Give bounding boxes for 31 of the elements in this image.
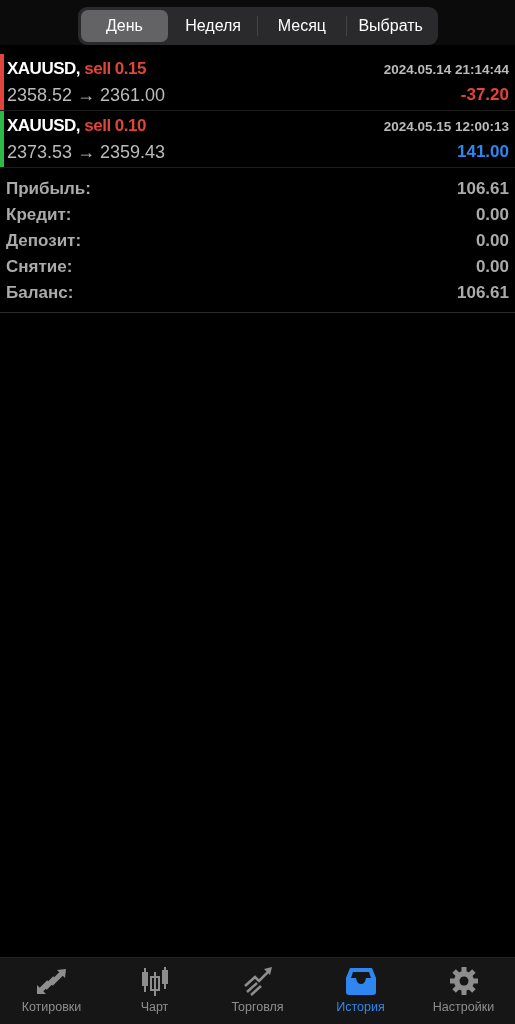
summary-value: 0.00: [475, 231, 509, 251]
period-tab[interactable]: Месяц: [258, 10, 346, 42]
deal-side: sell 0.10: [84, 116, 146, 135]
period-tab[interactable]: Выбрать: [346, 10, 435, 42]
deal-symbol: XAUUSD,: [7, 59, 80, 78]
deal-profit: 141.00: [457, 142, 509, 162]
deal-side: sell 0.15: [84, 59, 146, 78]
deal-time: 2024.05.14 21:14:44: [383, 61, 509, 77]
double-arrow-icon: [34, 966, 69, 996]
summary-label: Баланс:: [6, 283, 74, 303]
period-tab[interactable]: Неделя: [169, 10, 257, 42]
inbox-tray-icon: [343, 966, 378, 996]
summary-value: 106.61: [457, 179, 509, 199]
deal-symbol: XAUUSD,: [7, 116, 80, 135]
summary-label: Снятие:: [6, 257, 73, 277]
summary-label: Прибыль:: [6, 179, 91, 199]
summary-label: Депозит:: [6, 231, 82, 251]
deal-prices: 2358.52 → 2361.00: [7, 84, 166, 106]
summary-label: Кредит:: [6, 205, 72, 225]
tab-bar-item[interactable]: Чарт: [103, 958, 206, 1024]
tab-bar-item[interactable]: Котировки: [0, 958, 103, 1024]
deal-time: 2024.05.15 12:00:13: [383, 118, 509, 134]
deal-prices: 2373.53 → 2359.43: [7, 141, 166, 163]
period-tab[interactable]: День: [80, 10, 169, 42]
tab-bar-item[interactable]: История: [309, 958, 412, 1024]
summary-value: 0.00: [475, 257, 509, 277]
tab-bar-item[interactable]: Торговля: [206, 958, 309, 1024]
tab-bar-item[interactable]: Настройки: [412, 958, 515, 1024]
summary-value: 0.00: [475, 205, 509, 225]
summary-value: 106.61: [457, 283, 509, 303]
deal-profit: -37.20: [460, 85, 509, 105]
